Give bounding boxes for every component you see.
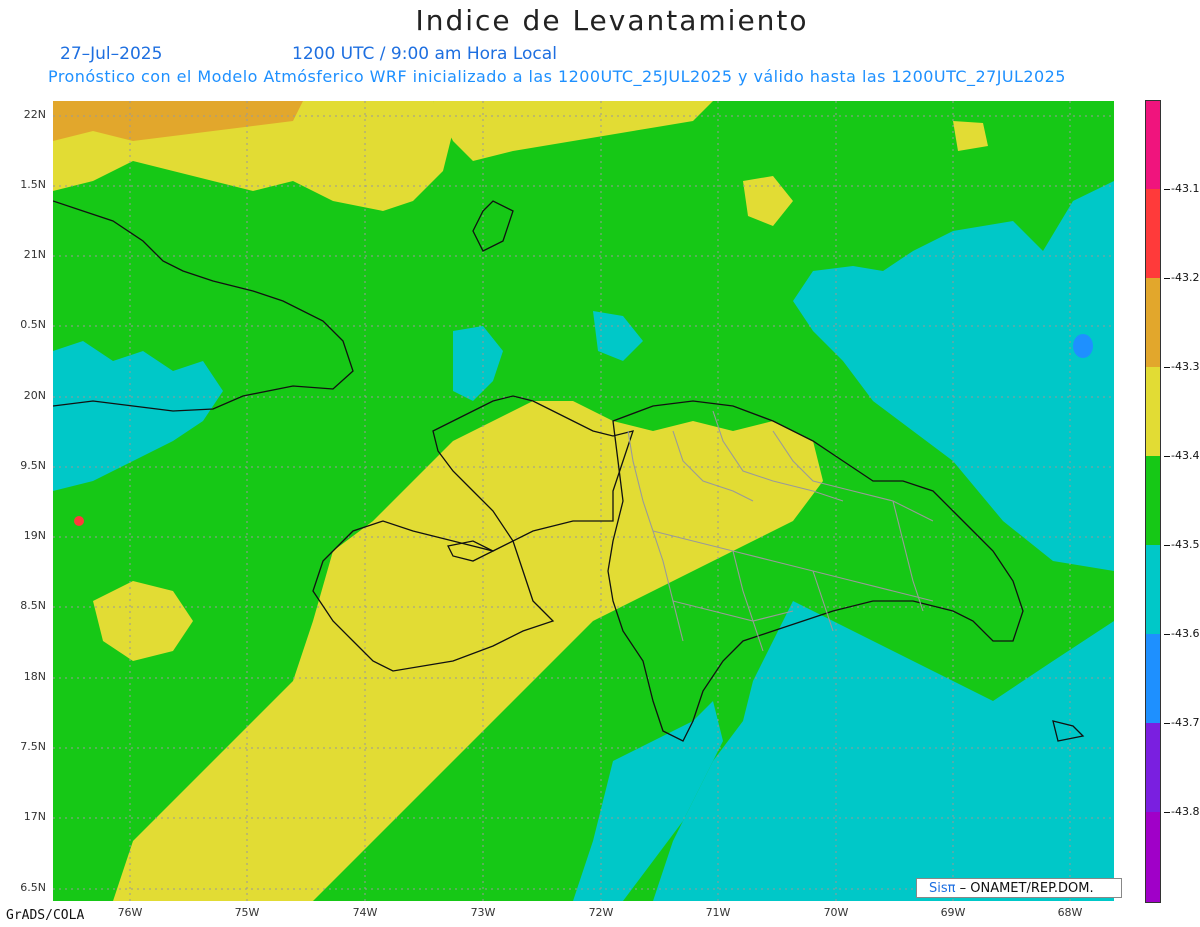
colorbar-label-0: -43.1 [1164,182,1199,195]
lat-label-18-5n: 8.5N [20,599,46,612]
colorbar-swatch-0 [1146,101,1160,189]
lat-label-17n: 17N [23,810,46,823]
colorbar-swatch-1 [1146,189,1160,278]
colorbar-label-7: -43.8 [1164,805,1199,818]
sispi-logo-text: Sisπ [929,881,956,896]
colorbar-swatch-4 [1146,456,1160,545]
yellow-region-northeast-patch [953,121,988,151]
lat-label-18n: 18N [23,670,46,683]
lon-label-74w: 74W [352,906,378,919]
colorbar-swatch-5 [1146,545,1160,634]
grads-credit: GrADS/COLA [6,908,85,923]
map-title: Indice de Levantamiento [415,4,809,37]
lon-label-72w: 72W [588,906,614,919]
colorbar [1145,100,1161,903]
lon-label-70w: 70W [823,906,849,919]
lat-label-20-5n: 0.5N [20,318,46,331]
lat-label-21n: 21N [23,248,46,261]
colorbar-swatch-6 [1146,634,1160,723]
lat-label-19-5n: 9.5N [20,459,46,472]
lat-label-22n: 22N [23,108,46,121]
lat-label-16-5n: 6.5N [20,881,46,894]
lon-label-76w: 76W [117,906,143,919]
lon-label-69w: 69W [940,906,966,919]
forecast-time: 1200 UTC / 9:00 am Hora Local [292,44,557,64]
credit-box: Sisπ – ONAMET/REP.DOM. [916,878,1122,898]
colorbar-swatch-2 [1146,278,1160,367]
map-field [53,101,1114,901]
colorbar-label-2: -43.3 [1164,360,1199,373]
blue-patch [1073,334,1093,358]
onamet-credit: – ONAMET/REP.DOM. [959,881,1094,896]
lon-label-68w: 68W [1057,906,1083,919]
lat-label-20n: 20N [23,389,46,402]
lifted-index-map [53,101,1114,901]
colorbar-label-4: -43.5 [1164,538,1199,551]
colorbar-label-3: -43.4 [1164,449,1199,462]
colorbar-swatch-7 [1146,723,1160,812]
forecast-description: Pronóstico con el Modelo Atmósferico WRF… [48,67,1066,86]
colorbar-label-6: -43.7 [1164,716,1199,729]
forecast-date: 27–Jul–2025 [60,44,163,64]
lon-label-75w: 75W [234,906,260,919]
colorbar-label-5: -43.6 [1164,627,1199,640]
lat-label-21-5n: 1.5N [20,178,46,191]
lon-label-71w: 71W [705,906,731,919]
red-patch [74,516,84,526]
colorbar-swatch-8 [1146,812,1160,902]
colorbar-swatch-3 [1146,367,1160,456]
colorbar-label-1: -43.2 [1164,271,1199,284]
lat-label-19n: 19N [23,529,46,542]
lon-label-73w: 73W [470,906,496,919]
lat-label-17-5n: 7.5N [20,740,46,753]
